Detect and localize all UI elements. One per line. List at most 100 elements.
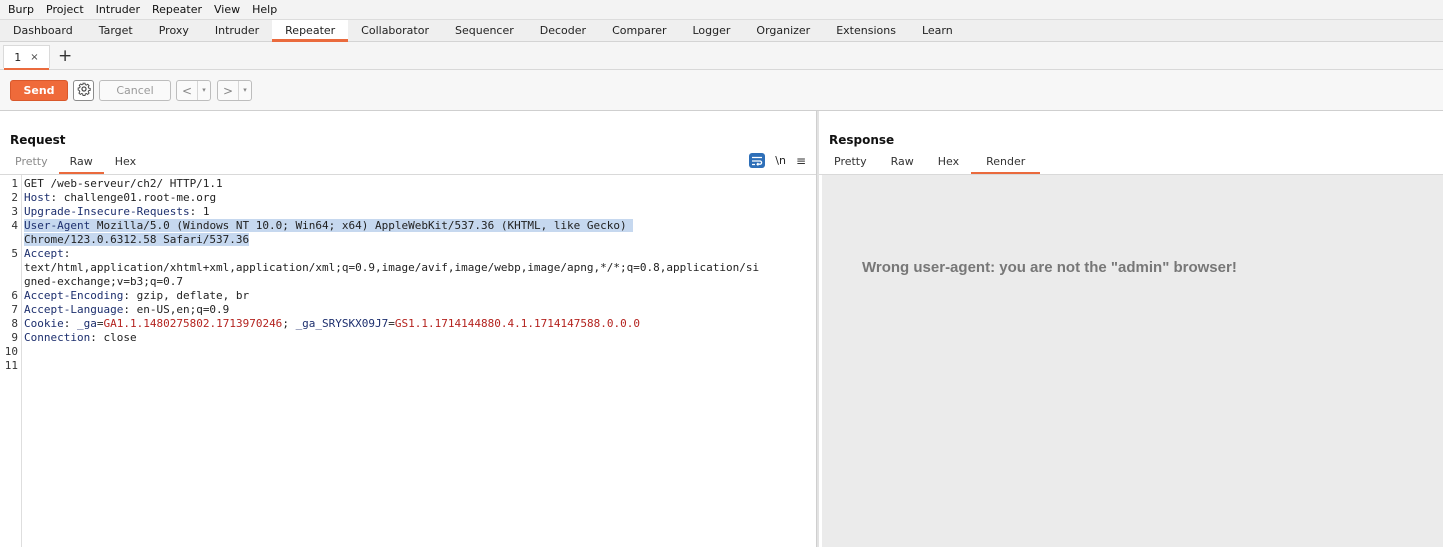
request-line: Accept-Encoding: gzip, deflate, br xyxy=(24,289,814,303)
request-title: Request xyxy=(10,133,66,147)
response-tab-pretty[interactable]: Pretty xyxy=(822,152,879,174)
request-editor[interactable]: 1 2 3 4 5 6 7 8 9 10 11 GET /web-serveur… xyxy=(0,175,816,547)
forward-button[interactable]: > ▾ xyxy=(217,80,252,101)
response-title: Response xyxy=(829,133,895,147)
response-tab-raw[interactable]: Raw xyxy=(879,152,926,174)
request-line-continuation: Chrome/123.0.6312.58 Safari/537.36 xyxy=(24,233,814,247)
line-number: 2 xyxy=(11,191,18,204)
tab-sequencer[interactable]: Sequencer xyxy=(442,20,527,41)
tab-proxy[interactable]: Proxy xyxy=(146,20,202,41)
header-name: Accept xyxy=(24,247,64,260)
request-line: Host: challenge01.root-me.org xyxy=(24,191,814,205)
header-name: Upgrade-Insecure-Requests xyxy=(24,205,190,218)
request-line: User-Agent: Mozilla/5.0 (Windows NT 10.0… xyxy=(24,219,814,233)
cookie-equals: = xyxy=(388,317,395,330)
request-tab-hex[interactable]: Hex xyxy=(104,152,147,174)
request-line: Upgrade-Insecure-Requests: 1 xyxy=(24,205,814,219)
response-pane: Response Pretty Raw Hex Render Wrong use… xyxy=(819,111,1443,547)
chevron-right-icon: > xyxy=(222,83,234,98)
cookie-separator: ; xyxy=(282,317,296,330)
cookie-name: _ga_SRYSKX09J7 xyxy=(295,317,389,330)
request-tab-raw[interactable]: Raw xyxy=(58,152,104,174)
line-number: 6 xyxy=(11,289,18,302)
header-name: Host xyxy=(24,191,51,204)
cookie-value: GS1.1.1714144880.4.1.1714147588.0.0.0 xyxy=(394,317,640,330)
cookie-name: _ga xyxy=(77,317,97,330)
tab-repeater[interactable]: Repeater xyxy=(272,20,349,42)
menu-burp[interactable]: Burp xyxy=(2,0,40,19)
tab-extensions[interactable]: Extensions xyxy=(823,20,909,41)
tab-learn[interactable]: Learn xyxy=(909,20,966,41)
menu-view[interactable]: View xyxy=(208,0,246,19)
header-value: text/html,application/xhtml+xml,applicat… xyxy=(24,261,760,274)
request-editor-icons: \n ≡ xyxy=(749,153,806,168)
add-tab-button[interactable]: + xyxy=(58,44,72,68)
header-name: Accept-Language xyxy=(24,303,124,316)
request-line: Accept: xyxy=(24,247,814,261)
chevron-down-icon[interactable]: ▾ xyxy=(197,81,210,100)
repeater-tab-1[interactable]: 1 × xyxy=(3,45,50,70)
line-number: 1 xyxy=(11,177,18,190)
line-number: 9 xyxy=(11,331,18,344)
menu-bar: Burp Project Intruder Repeater View Help xyxy=(0,0,1443,19)
tab-decoder[interactable]: Decoder xyxy=(527,20,599,41)
header-value: : challenge01.root-me.org xyxy=(50,191,217,204)
request-pane: Request Pretty Raw Hex \n ≡ 1 2 3 4 5 6 … xyxy=(0,111,816,547)
line-number: 11 xyxy=(4,359,18,372)
line-number: 7 xyxy=(11,303,18,316)
response-tab-hex[interactable]: Hex xyxy=(926,152,971,174)
response-tab-render[interactable]: Render xyxy=(971,152,1041,174)
cookie-equals: = xyxy=(96,317,104,330)
header-value: : 1 xyxy=(189,205,210,218)
tab-target[interactable]: Target xyxy=(86,20,146,41)
request-view-tabs: Pretty Raw Hex xyxy=(4,152,147,174)
rendered-message: Wrong user-agent: you are not the "admin… xyxy=(862,259,1237,276)
menu-project[interactable]: Project xyxy=(40,0,90,19)
request-line: Accept-Language: en-US,en;q=0.9 xyxy=(24,303,814,317)
line-number: 8 xyxy=(11,317,18,330)
request-line-empty xyxy=(24,359,814,373)
request-line: Cookie: _ga=GA1.1.1480275802.1713970246;… xyxy=(24,317,814,331)
header-value: : xyxy=(63,247,71,260)
header-name: Cookie xyxy=(24,317,64,330)
header-value-selected: Mozilla/5.0 (Windows NT 10.0; Win64; x64… xyxy=(90,219,634,232)
request-code[interactable]: GET /web-serveur/ch2/ HTTP/1.1 Host: cha… xyxy=(24,177,814,373)
tab-collaborator[interactable]: Collaborator xyxy=(348,20,442,41)
send-button[interactable]: Send xyxy=(10,80,68,101)
back-button[interactable]: < ▾ xyxy=(176,80,211,101)
line-number: 3 xyxy=(11,205,18,218)
newline-icon[interactable]: \n xyxy=(775,154,786,167)
header-value: : close xyxy=(90,331,137,344)
close-icon[interactable]: × xyxy=(30,52,38,63)
header-value: gned-exchange;v=b3;q=0.7 xyxy=(24,275,183,288)
menu-icon[interactable]: ≡ xyxy=(796,154,806,168)
header-value: : gzip, deflate, br xyxy=(123,289,250,302)
wrap-lines-icon[interactable] xyxy=(749,153,766,168)
menu-repeater[interactable]: Repeater xyxy=(146,0,208,19)
line-number: 4 xyxy=(11,219,18,232)
request-tab-pretty[interactable]: Pretty xyxy=(4,152,59,174)
menu-intruder[interactable]: Intruder xyxy=(90,0,146,19)
settings-button[interactable] xyxy=(73,80,94,101)
request-line: GET /web-serveur/ch2/ HTTP/1.1 xyxy=(24,177,814,191)
line-number: 10 xyxy=(4,345,18,358)
cancel-button[interactable]: Cancel xyxy=(99,80,171,101)
chevron-down-icon[interactable]: ▾ xyxy=(238,81,251,100)
header-name: Connection xyxy=(24,331,91,344)
tab-dashboard[interactable]: Dashboard xyxy=(0,20,86,41)
request-line-empty xyxy=(24,345,814,359)
tab-logger[interactable]: Logger xyxy=(679,20,743,41)
request-line-continuation: text/html,application/xhtml+xml,applicat… xyxy=(24,261,814,275)
cookie-value: GA1.1.1480275802.1713970246 xyxy=(103,317,283,330)
repeater-toolbar: Send Cancel < ▾ > ▾ xyxy=(0,70,1443,111)
menu-help[interactable]: Help xyxy=(246,0,283,19)
line-number-gutter: 1 2 3 4 5 6 7 8 9 10 11 xyxy=(0,175,22,547)
header-separator: : xyxy=(63,317,77,330)
tab-intruder[interactable]: Intruder xyxy=(202,20,272,41)
header-name: Accept-Encoding xyxy=(24,289,124,302)
tab-organizer[interactable]: Organizer xyxy=(743,20,823,41)
gear-icon xyxy=(77,82,91,99)
request-line-continuation: gned-exchange;v=b3;q=0.7 xyxy=(24,275,814,289)
header-value-selected: Chrome/123.0.6312.58 Safari/537.36 xyxy=(24,233,250,246)
tab-comparer[interactable]: Comparer xyxy=(599,20,679,41)
